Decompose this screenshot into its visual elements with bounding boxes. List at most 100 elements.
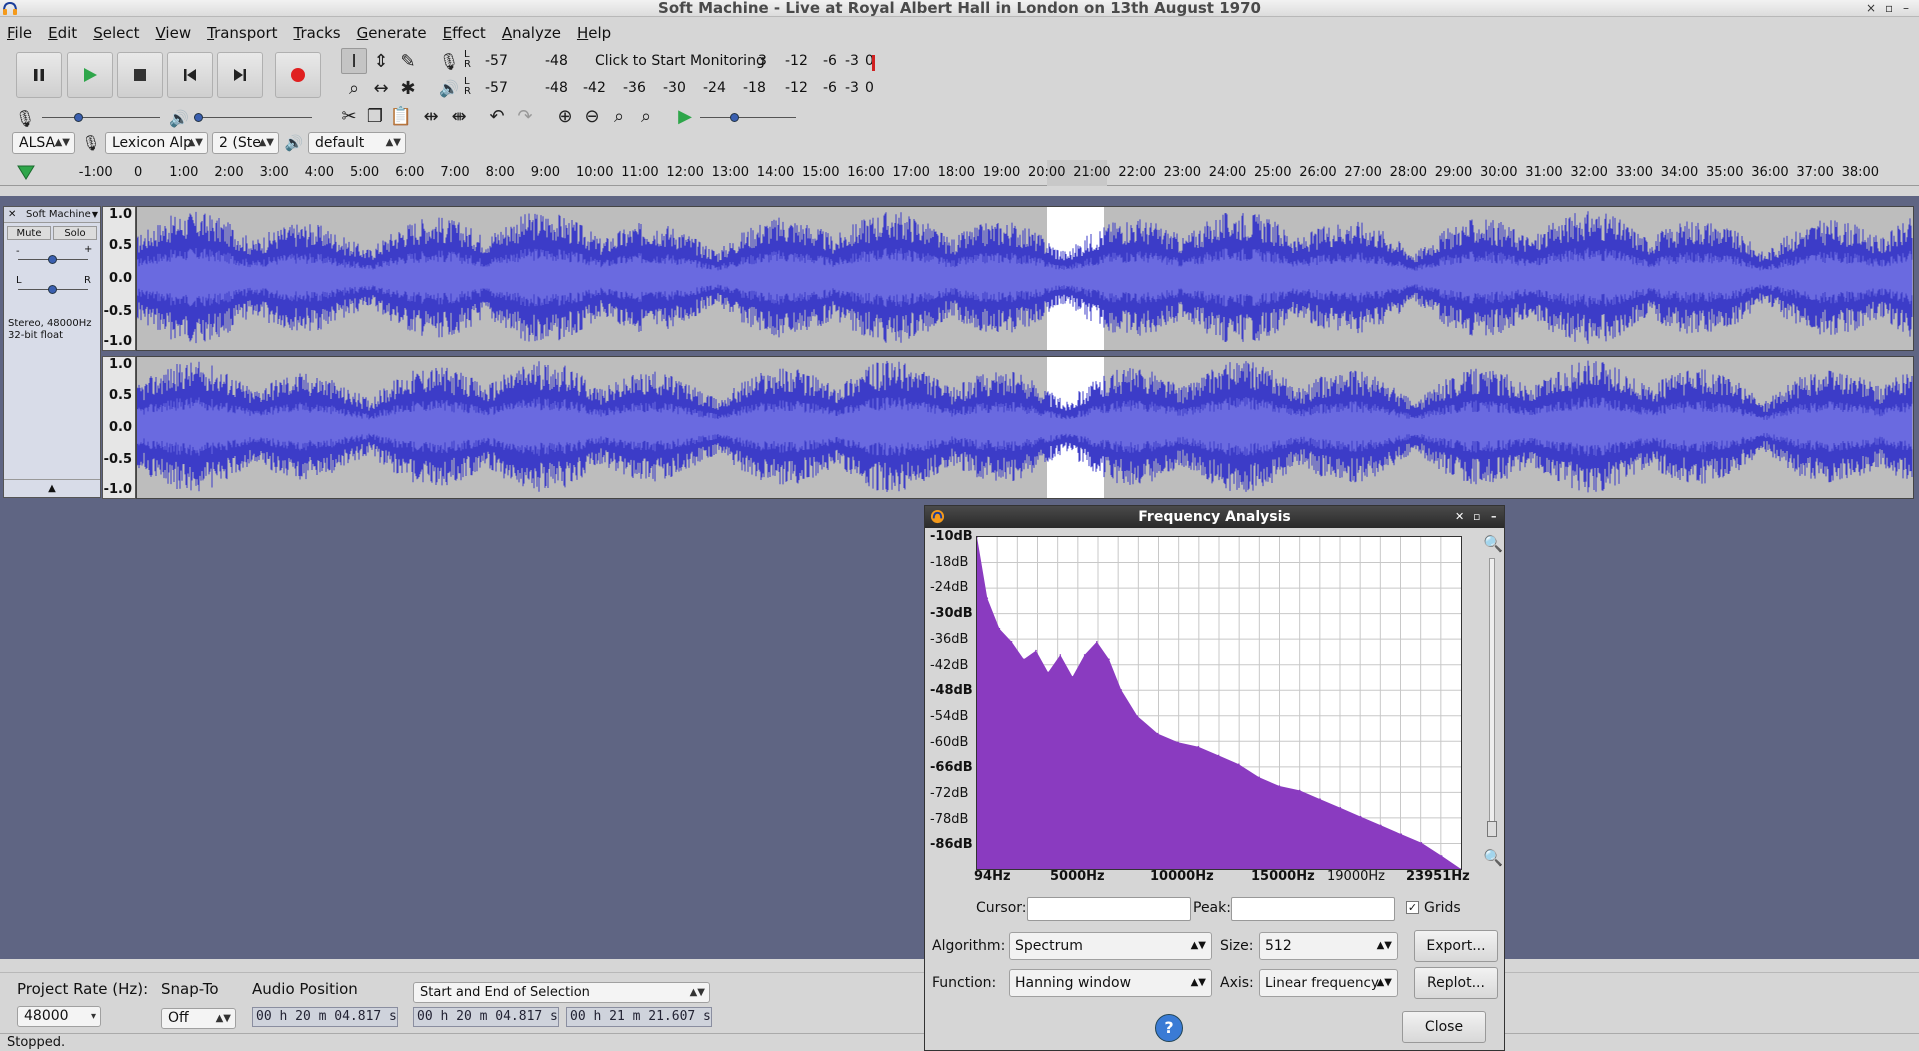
slider-thumb[interactable] xyxy=(1487,821,1497,837)
spectrum-point xyxy=(1339,807,1342,809)
vertical-scale-left[interactable]: 1.0 0.5 0.0 -0.5 -1.0 xyxy=(102,206,136,351)
redo-icon[interactable]: ↷ xyxy=(512,103,538,129)
collapse-track-button[interactable]: ▲ xyxy=(4,479,100,497)
playback-meter[interactable]: -57 -48 -42 -36 -30 -24 -18 -12 -6 -3 0 xyxy=(485,78,875,100)
spectrum-point xyxy=(1156,732,1159,735)
menu-analyze[interactable]: Analyze xyxy=(502,24,561,42)
audio-position-field[interactable]: 00 h 20 m 04.817 s xyxy=(252,1007,398,1027)
recording-volume-slider[interactable] xyxy=(42,111,160,123)
selection-tool-icon[interactable]: I xyxy=(341,48,367,74)
menu-tracks[interactable]: Tracks xyxy=(294,24,341,42)
peak-field[interactable] xyxy=(1231,897,1395,921)
undo-icon[interactable]: ↶ xyxy=(484,103,510,129)
skip-end-icon xyxy=(234,69,246,81)
stop-button[interactable] xyxy=(117,52,163,98)
vertical-scale-right[interactable]: 1.0 0.5 0.0 -0.5 -1.0 xyxy=(102,356,136,499)
window-maximize-button[interactable]: ▫ xyxy=(1885,0,1893,17)
vertical-zoom-slider[interactable] xyxy=(1487,558,1497,837)
envelope-tool-icon[interactable]: ⇕ xyxy=(368,48,394,74)
timeline-ruler[interactable]: -1:00 0 1:00 2:00 3:00 4:00 5:00 6:00 7:00 8:00 9:… xyxy=(0,160,1919,186)
solo-button[interactable]: Solo xyxy=(53,226,97,240)
menu-effect[interactable]: Effect xyxy=(443,24,486,42)
menu-view[interactable]: View xyxy=(155,24,191,42)
project-rate-select[interactable]: 48000 ▾ xyxy=(17,1006,101,1027)
selection-end-field[interactable]: 00 h 21 m 21.607 s xyxy=(566,1007,712,1027)
copy-icon[interactable]: ❐ xyxy=(362,103,388,129)
trim-audio-icon[interactable]: ⇹ xyxy=(418,103,444,129)
dialog-maximize-icon[interactable]: ▫ xyxy=(1473,506,1480,528)
spectrum-point xyxy=(1359,815,1362,818)
cursor-field[interactable] xyxy=(1027,897,1191,921)
spectrum-plot[interactable] xyxy=(976,536,1462,870)
grids-checkbox[interactable]: ✓ xyxy=(1406,901,1419,914)
skip-to-end-button[interactable] xyxy=(217,52,263,98)
menu-help[interactable]: Help xyxy=(577,24,611,42)
multi-tool-icon[interactable]: ✱ xyxy=(395,75,421,101)
recording-device-select[interactable]: Lexicon Alp ▲▼ xyxy=(105,132,208,154)
replot-button[interactable]: Replot... xyxy=(1414,967,1498,999)
selection-mode-select[interactable]: Start and End of Selection ▲▼ xyxy=(413,982,710,1003)
axis-select[interactable]: Linear frequency ▲▼ xyxy=(1259,969,1398,997)
close-track-icon[interactable]: ✕ xyxy=(8,207,16,223)
ruler-tick-label: 20:00 xyxy=(1028,165,1066,180)
pin-play-head-icon[interactable] xyxy=(17,164,35,180)
record-button[interactable] xyxy=(275,52,321,98)
record-meter-microphone-icon[interactable]: 🎙 xyxy=(436,48,462,74)
chevron-down-icon[interactable]: ▼ xyxy=(92,207,98,223)
fit-project-icon[interactable]: ⌕ xyxy=(633,103,659,129)
playback-device-select[interactable]: default ▲▼ xyxy=(308,132,406,154)
snap-to-label: Snap-To xyxy=(161,980,219,998)
export-button[interactable]: Export... xyxy=(1414,930,1498,962)
skip-to-start-button[interactable] xyxy=(167,52,213,98)
track-name[interactable]: Soft Machine xyxy=(26,207,91,223)
window-minimize-button[interactable]: – xyxy=(1903,0,1909,17)
recording-channels-select[interactable]: 2 (Ste ▲▼ xyxy=(212,132,279,154)
draw-tool-icon[interactable]: ✎ xyxy=(395,48,421,74)
pan-slider[interactable] xyxy=(18,283,88,295)
waveform-left-channel[interactable] xyxy=(136,206,1914,351)
dialog-titlebar[interactable]: Frequency Analysis ✕ ▫ – xyxy=(925,506,1504,528)
menu-generate[interactable]: Generate xyxy=(357,24,427,42)
menu-file[interactable]: File xyxy=(7,24,32,42)
window-title: Soft Machine - Live at Royal Albert Hall… xyxy=(658,0,1261,17)
cut-icon[interactable]: ✂ xyxy=(336,103,362,129)
close-button[interactable]: Close xyxy=(1402,1011,1486,1043)
function-select[interactable]: Hanning window ▲▼ xyxy=(1009,969,1212,997)
menu-edit[interactable]: Edit xyxy=(48,24,77,42)
zoom-in-icon[interactable]: ⊕ xyxy=(552,103,578,129)
waveform-right-channel[interactable] xyxy=(136,356,1914,499)
gain-slider[interactable] xyxy=(18,253,88,265)
dialog-close-icon[interactable]: ✕ xyxy=(1455,506,1464,528)
pause-button[interactable] xyxy=(16,52,62,98)
window-close-button[interactable]: × xyxy=(1866,0,1876,17)
menu-select[interactable]: Select xyxy=(93,24,139,42)
record-meter[interactable]: -57 -48 Click to Start Monitoring 3 -12 … xyxy=(485,51,875,73)
algorithm-select[interactable]: Spectrum ▲▼ xyxy=(1009,932,1212,960)
fit-selection-icon[interactable]: ⌕ xyxy=(606,103,632,129)
help-icon[interactable]: ? xyxy=(1155,1014,1183,1042)
monitor-prompt[interactable]: Click to Start Monitoring xyxy=(595,53,765,69)
ruler-tick-label: 32:00 xyxy=(1570,165,1608,180)
zoom-out-icon[interactable]: ⊖ xyxy=(579,103,605,129)
snap-to-select[interactable]: Off ▲▼ xyxy=(161,1008,236,1029)
track-name-menu[interactable]: ✕ Soft Machine ▼ xyxy=(4,207,100,223)
play-speed-slider[interactable] xyxy=(700,111,796,123)
menu-transport[interactable]: Transport xyxy=(207,24,277,42)
play-at-speed-icon[interactable]: ▶ xyxy=(672,103,698,129)
selection-start-field[interactable]: 00 h 20 m 04.817 s xyxy=(413,1007,559,1027)
silence-audio-icon[interactable]: ⇼ xyxy=(446,103,472,129)
playback-meter-speaker-icon[interactable]: 🔊 xyxy=(436,75,462,101)
zoom-in-icon[interactable]: 🔍 xyxy=(1483,534,1503,553)
mute-button[interactable]: Mute xyxy=(7,226,51,240)
y-axis-tick-label: -54dB xyxy=(930,708,969,724)
play-button[interactable] xyxy=(67,52,113,98)
size-select[interactable]: 512 ▲▼ xyxy=(1259,932,1398,960)
audio-host-select[interactable]: ALSA ▲▼ xyxy=(12,132,75,154)
timeshift-tool-icon[interactable]: ↔ xyxy=(368,75,394,101)
zoom-tool-icon[interactable]: ⌕ xyxy=(341,75,367,101)
paste-icon[interactable]: 📋 xyxy=(388,103,414,129)
meter-tick: -12 xyxy=(785,53,808,69)
zoom-out-icon[interactable]: 🔍 xyxy=(1483,848,1503,867)
playback-volume-slider[interactable] xyxy=(194,111,312,123)
dialog-minimize-icon[interactable]: – xyxy=(1491,506,1497,528)
